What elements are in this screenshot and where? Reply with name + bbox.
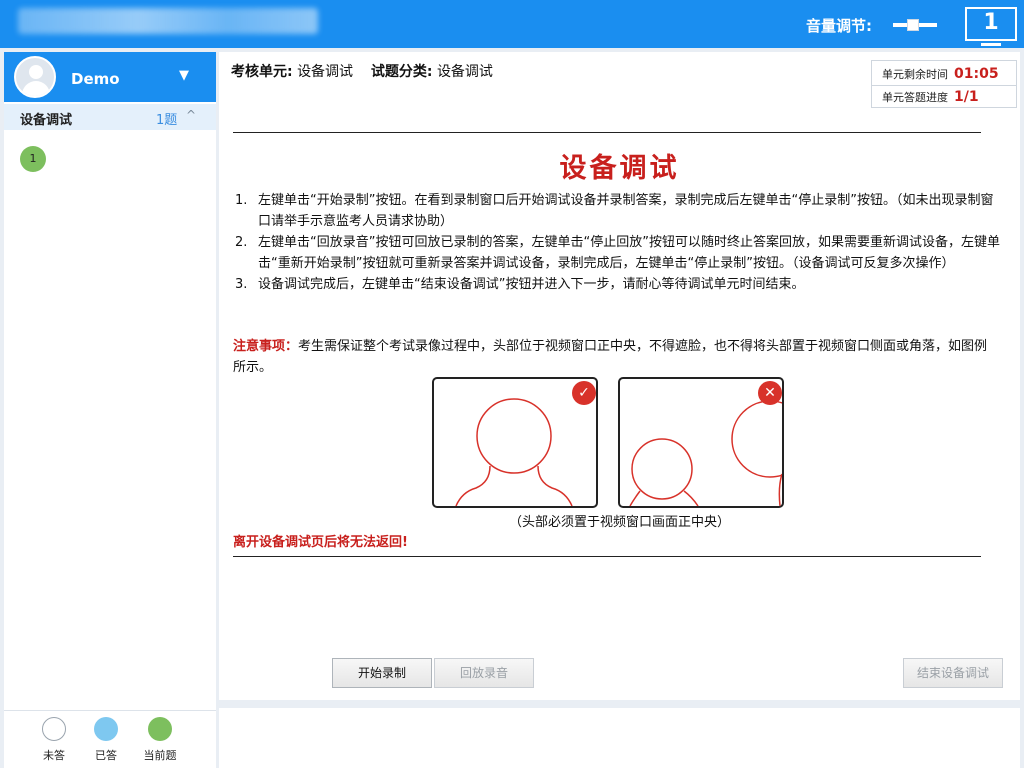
legend-label: 当前题 bbox=[143, 749, 177, 762]
question-number-button[interactable]: 1 bbox=[20, 146, 46, 172]
instruction-item: 3. 设备调试完成后，左键单击“结束设备调试”按钮并进入下一步，请耐心等待调试单… bbox=[233, 274, 1003, 295]
off-center-heads-illustration bbox=[629, 400, 782, 506]
centered-head-illustration bbox=[455, 398, 573, 506]
instruction-item: 2. 左键单击“回放录音”按钮可回放已录制的答案，左键单击“停止回放”按钮可以随… bbox=[233, 232, 1003, 274]
progress-label: 单元答题进度 bbox=[882, 91, 948, 104]
group-name: 设备调试 bbox=[20, 113, 73, 128]
instruction-item: 1. 左键单击“开始录制”按钮。在看到录制窗口后开始调试设备并录制答案，录制完成… bbox=[233, 190, 1003, 232]
instruction-number: 2. bbox=[235, 235, 248, 250]
finish-device-test-button[interactable]: 结束设备调试 bbox=[903, 658, 1003, 688]
instruction-list: 1. 左键单击“开始录制”按钮。在看到录制窗口后开始调试设备并录制答案，录制完成… bbox=[233, 190, 1003, 295]
instruction-number: 1. bbox=[235, 193, 248, 208]
volume-label: 音量调节: bbox=[806, 17, 872, 35]
bottom-strip bbox=[219, 708, 1020, 768]
legend-answered: 已答 bbox=[76, 717, 136, 763]
notice: 注意事项：考生需保证整个考试录像过程中，头部位于视频窗口正中央，不得遮脸，也不得… bbox=[233, 336, 993, 378]
progress-row: 单元答题进度 1/1 bbox=[882, 89, 979, 105]
monitor-icon: 1 bbox=[965, 7, 1017, 46]
instruction-number: 3. bbox=[235, 277, 248, 292]
correct-position-example: ✓ bbox=[432, 377, 598, 508]
legend-dot-current bbox=[148, 717, 172, 741]
legend-unanswered: 未答 bbox=[24, 717, 84, 763]
group-count: 1题 bbox=[156, 113, 178, 128]
divider bbox=[233, 132, 981, 133]
category-label: 试题分类: bbox=[370, 64, 433, 80]
image-caption: （头部必须置于视频窗口画面正中央） bbox=[508, 515, 730, 530]
timer-box: 单元剩余时间 01:05 单元答题进度 1/1 bbox=[871, 60, 1017, 108]
legend-label: 已答 bbox=[95, 749, 117, 762]
status-legend: 未答 已答 当前题 bbox=[4, 710, 216, 768]
category-value: 设备调试 bbox=[436, 64, 493, 80]
volume-slider-knob[interactable] bbox=[907, 19, 919, 31]
blurred-exam-title bbox=[18, 8, 318, 34]
legend-current: 当前题 bbox=[130, 717, 190, 763]
avatar-head bbox=[29, 65, 43, 79]
user-name: Demo bbox=[71, 70, 120, 88]
triangle-down-icon[interactable]: ▼ bbox=[179, 68, 189, 83]
start-recording-button[interactable]: 开始录制 bbox=[332, 658, 432, 688]
user-header[interactable]: Demo ▼ bbox=[4, 52, 216, 102]
legend-label: 未答 bbox=[43, 749, 65, 762]
monitor-stand bbox=[981, 43, 1001, 46]
remaining-time-row: 单元剩余时间 01:05 bbox=[882, 66, 999, 82]
unit-value: 设备调试 bbox=[297, 64, 354, 80]
incorrect-position-example: ✕ bbox=[618, 377, 784, 508]
monitor-number: 1 bbox=[983, 10, 999, 35]
unit-label: 考核单元: bbox=[231, 64, 293, 80]
top-bar: 音量调节: 1 bbox=[0, 0, 1024, 48]
remaining-time-label: 单元剩余时间 bbox=[882, 68, 948, 81]
cross-mark-icon: ✕ bbox=[758, 381, 782, 405]
divider bbox=[872, 85, 1016, 86]
page-title: 设备调试 bbox=[559, 153, 680, 184]
volume-slider[interactable] bbox=[893, 19, 937, 31]
avatar-body bbox=[22, 81, 50, 96]
progress-value: 1/1 bbox=[954, 89, 979, 105]
instruction-text: 左键单击“开始录制”按钮。在看到录制窗口后开始调试设备并录制答案，录制完成后左键… bbox=[258, 193, 994, 229]
leave-warning: 离开设备调试页后将无法返回! bbox=[233, 535, 408, 550]
legend-dot-unanswered bbox=[42, 717, 66, 741]
chevron-up-icon[interactable]: ^ bbox=[186, 108, 196, 122]
instruction-text: 设备调试完成后，左键单击“结束设备调试”按钮并进入下一步，请耐心等待调试单元时间… bbox=[258, 277, 805, 292]
instruction-text: 左键单击“回放录音”按钮可回放已录制的答案，左键单击“停止回放”按钮可以随时终止… bbox=[258, 235, 1000, 271]
main-content: 考核单元: 设备调试 试题分类: 设备调试 单元剩余时间 01:05 单元答题进度… bbox=[219, 52, 1020, 700]
remaining-time-value: 01:05 bbox=[954, 66, 999, 82]
sidebar-group-device-test[interactable]: 设备调试 1题 ^ bbox=[4, 104, 216, 130]
notice-text: 考生需保证整个考试录像过程中，头部位于视频窗口正中央，不得遮脸，也不得将头部置于… bbox=[233, 339, 988, 375]
legend-dot-answered bbox=[94, 717, 118, 741]
playback-recording-button[interactable]: 回放录音 bbox=[434, 658, 534, 688]
avatar bbox=[14, 56, 56, 98]
check-mark-icon: ✓ bbox=[572, 381, 596, 405]
sidebar: Demo ▼ 设备调试 1题 ^ 1 bbox=[4, 52, 216, 766]
unit-info: 考核单元: 设备调试 试题分类: 设备调试 bbox=[231, 61, 493, 81]
notice-label: 注意事项： bbox=[233, 339, 299, 354]
divider bbox=[233, 556, 981, 557]
